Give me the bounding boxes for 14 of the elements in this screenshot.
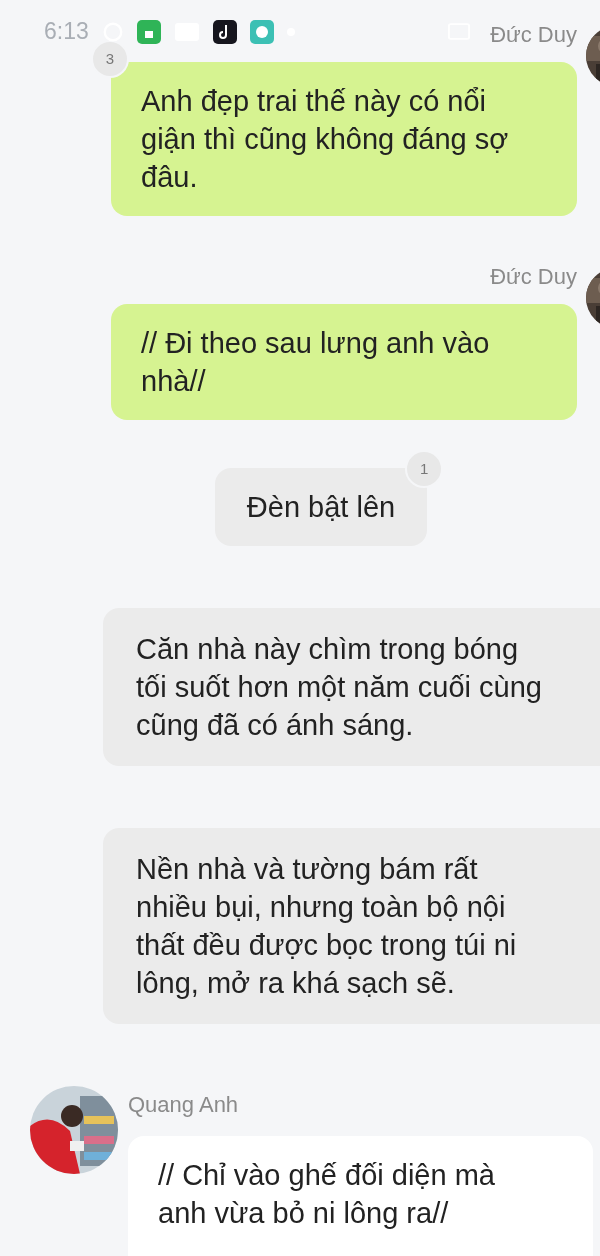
message-text: Nền nhà và tường bám rất nhiều bụi, nhưng toàn bộ nội thất đều được bọc trong túi ni lông, mở ra khá sạch sẽ. xyxy=(136,853,517,999)
status-time: 6:13 xyxy=(44,18,89,45)
sender-name: Đức Duy xyxy=(490,22,577,48)
message-text: Anh đẹp trai thế này có nổi giận thì cũng không đáng sợ đâu. xyxy=(141,85,509,193)
music-app-icon xyxy=(212,19,237,44)
count-badge: 3 xyxy=(91,40,129,78)
message-text: Căn nhà này chìm trong bóng tối suốt hơn một năm cuối cùng cũng đã có ánh sáng. xyxy=(136,633,542,741)
sender-name: Quang Anh xyxy=(128,1092,240,1118)
message-text: // Đi theo sau lưng anh vào nhà// xyxy=(141,327,490,397)
message-text: // Chỉ vào ghế đối diện mà anh vừa bỏ ni lông ra// xyxy=(158,1159,495,1229)
count-badge: 1 xyxy=(405,450,444,488)
sender-name: Đức Duy xyxy=(490,264,577,290)
chat-app-icon xyxy=(249,19,274,44)
message-text: Đèn bật lên xyxy=(246,491,396,523)
